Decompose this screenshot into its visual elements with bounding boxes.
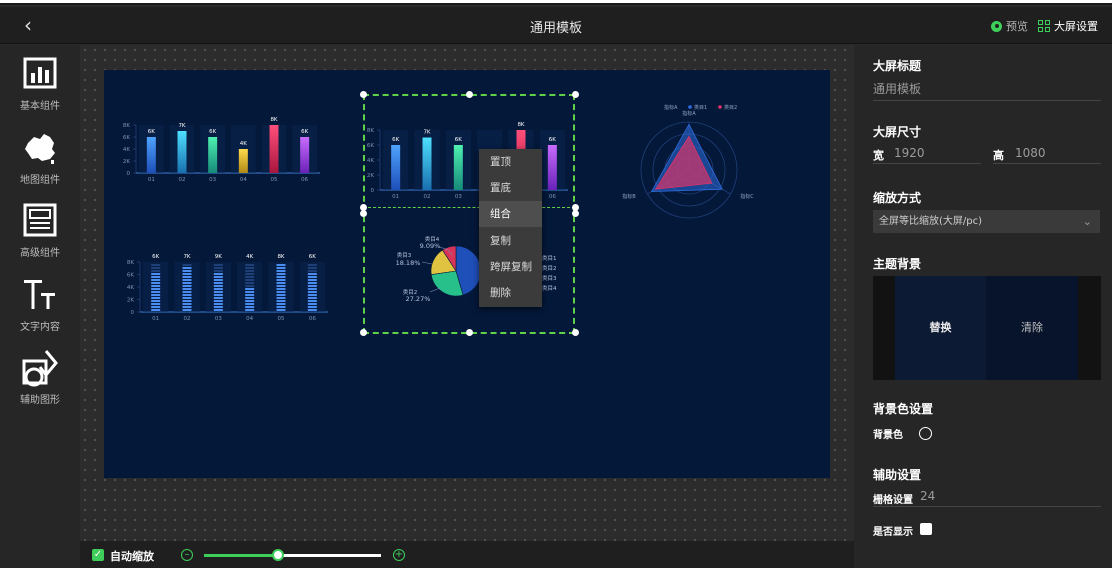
- sidebar-item-label: 地图组件: [20, 175, 60, 186]
- resize-handle[interactable]: [360, 204, 367, 211]
- panel-icon: [23, 203, 57, 237]
- preview-label: 预览: [1006, 20, 1028, 33]
- scale-select[interactable]: 全屏等比缩放(大屏/pc) ⌄: [873, 210, 1100, 233]
- width-label: 宽: [873, 149, 884, 162]
- zoom-bar: ✓ 自动缩放 – +: [80, 541, 854, 568]
- screen-settings-button[interactable]: 大屏设置: [1038, 18, 1098, 34]
- aux-heading: 辅助设置: [873, 468, 922, 482]
- height-input[interactable]: 1080: [1015, 146, 1046, 160]
- sidebar-item-label: 文字内容: [20, 322, 60, 333]
- settings-panel: 大屏标题 通用模板 大屏尺寸 宽 1920 高 1080 缩放方式 全屏等比缩放…: [854, 45, 1112, 568]
- menu-item-group[interactable]: 组合: [479, 201, 542, 227]
- bgcolor-label: 背景色: [873, 430, 903, 441]
- bgcolor-heading: 背景色设置: [873, 402, 934, 416]
- zoom-out-icon[interactable]: –: [181, 549, 193, 561]
- selection-box[interactable]: [363, 94, 575, 334]
- divider: [873, 163, 981, 164]
- context-menu: 置顶 置底 组合 复制 跨屏复制 删除: [479, 149, 542, 307]
- screen-title-heading: 大屏标题: [873, 59, 922, 73]
- divider: [873, 506, 1101, 507]
- resize-handle[interactable]: [572, 210, 579, 217]
- auto-zoom-checkbox[interactable]: ✓: [92, 549, 104, 561]
- sidebar-item-map[interactable]: 地图组件: [0, 127, 80, 193]
- sidebar-item-label: 辅助图形: [20, 395, 60, 406]
- screen-size-heading: 大屏尺寸: [873, 125, 922, 139]
- scale-select-value: 全屏等比缩放(大屏/pc): [879, 216, 983, 227]
- resize-handle[interactable]: [360, 210, 367, 217]
- sidebar-item-shapes[interactable]: 辅助图形: [0, 347, 80, 413]
- width-input[interactable]: 1920: [894, 146, 925, 160]
- menu-item-copy[interactable]: 复制: [479, 228, 542, 254]
- resize-handle[interactable]: [572, 91, 579, 98]
- height-label: 高: [993, 149, 1004, 162]
- resize-handle[interactable]: [466, 329, 473, 336]
- theme-bg-heading: 主题背景: [873, 257, 922, 271]
- preview-margin: [1078, 276, 1101, 380]
- show-grid-checkbox[interactable]: [920, 523, 932, 535]
- china-map-icon: [25, 134, 55, 164]
- screen-title-input[interactable]: 通用模板: [873, 80, 921, 97]
- menu-item-bring-to-front[interactable]: 置顶: [479, 149, 542, 175]
- scale-heading: 缩放方式: [873, 191, 922, 205]
- show-label: 是否显示: [873, 527, 913, 538]
- screen-settings-label: 大屏设置: [1054, 20, 1098, 33]
- zoom-slider-track[interactable]: [204, 554, 381, 557]
- sidebar-item-text[interactable]: 文字内容: [0, 274, 80, 340]
- sidebar-item-advanced[interactable]: 高级组件: [0, 200, 80, 266]
- grid-label: 栅格设置: [873, 495, 913, 506]
- shapes-icon: [22, 350, 58, 387]
- preview-margin: [873, 276, 895, 380]
- resize-handle[interactable]: [360, 91, 367, 98]
- auto-zoom-label: 自动缩放: [110, 550, 154, 563]
- text-icon: [24, 280, 55, 309]
- replace-button[interactable]: 替换: [895, 276, 986, 380]
- header-actions: 预览 大屏设置: [991, 18, 1098, 34]
- header-bar: ‹ 通用模板 预览 大屏设置: [0, 7, 1112, 44]
- bgcolor-picker[interactable]: [919, 427, 932, 440]
- window-top-strip: [0, 0, 1112, 5]
- app-root: ‹ 通用模板 预览 大屏设置 基本组件 地图组件 高级组件 文字内容 辅助图形 …: [0, 0, 1112, 568]
- zoom-slider-thumb[interactable]: [272, 549, 285, 561]
- grid-input[interactable]: 24: [920, 489, 935, 503]
- preview-button[interactable]: 预览: [991, 18, 1028, 34]
- sidebar-item-label: 高级组件: [20, 248, 60, 259]
- theme-bg-preview: 替换 清除: [873, 276, 1101, 380]
- grid-icon: [1038, 20, 1050, 32]
- chevron-down-icon: ⌄: [1082, 215, 1092, 228]
- menu-item-delete[interactable]: 删除: [479, 280, 542, 306]
- clear-button[interactable]: 清除: [986, 276, 1078, 380]
- zoom-slider-fill: [204, 554, 279, 557]
- resize-handle[interactable]: [572, 329, 579, 336]
- resize-handle[interactable]: [572, 204, 579, 211]
- selection-divider: [363, 207, 575, 208]
- divider: [873, 100, 1101, 101]
- component-sidebar: 基本组件 地图组件 高级组件 文字内容 辅助图形: [0, 45, 80, 568]
- bar-chart-icon: [23, 57, 57, 89]
- divider: [993, 163, 1101, 164]
- resize-handle[interactable]: [466, 91, 473, 98]
- menu-item-cross-screen-copy[interactable]: 跨屏复制: [479, 254, 542, 280]
- eye-icon: [991, 20, 1002, 32]
- menu-item-send-to-back[interactable]: 置底: [479, 175, 542, 201]
- resize-handle[interactable]: [360, 329, 367, 336]
- sidebar-item-basic[interactable]: 基本组件: [0, 53, 80, 119]
- sidebar-item-label: 基本组件: [20, 101, 60, 112]
- zoom-in-icon[interactable]: +: [393, 549, 405, 561]
- page-title: 通用模板: [529, 21, 582, 36]
